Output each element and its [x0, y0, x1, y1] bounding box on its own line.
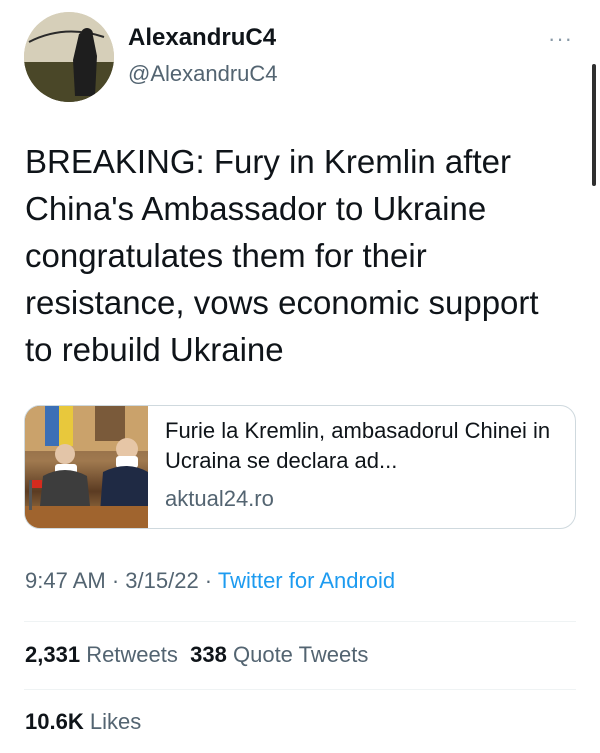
- divider: [24, 621, 576, 622]
- link-card-title: Furie la Kremlin, ambasadorul Chinei in …: [165, 418, 551, 473]
- avatar[interactable]: [24, 12, 114, 102]
- news-photo-thumbnail: [25, 406, 148, 528]
- retweets-stat[interactable]: 2,331 Retweets: [25, 642, 178, 667]
- quote-tweets-stat[interactable]: 338 Quote Tweets: [190, 642, 368, 667]
- tweet-source-link[interactable]: Twitter for Android: [218, 568, 395, 593]
- retweets-label: Retweets: [86, 642, 178, 667]
- tweet-time[interactable]: 9:47 AM: [25, 568, 106, 593]
- author-name[interactable]: AlexandruC4: [128, 24, 276, 52]
- meta-separator: ·: [105, 568, 126, 593]
- tweet-text: BREAKING: Fury in Kremlin after China's …: [25, 143, 539, 368]
- author-handle[interactable]: @AlexandruC4: [128, 61, 278, 87]
- link-card[interactable]: Furie la Kremlin, ambasadorul Chinei in …: [24, 405, 576, 529]
- retweets-count: 2,331: [25, 642, 81, 667]
- likes-label: Likes: [89, 709, 142, 734]
- scrollbar[interactable]: [592, 64, 596, 186]
- tweet-meta: 9:47 AM · 3/15/22 · Twitter for Android: [25, 568, 395, 594]
- quote-tweets-count: 338: [190, 642, 227, 667]
- engagement-stats: 2,331 Retweets 338 Quote Tweets: [25, 642, 368, 668]
- hooded-figure-avatar-icon: [24, 12, 114, 102]
- likes-stat[interactable]: 10.6K Likes: [25, 709, 141, 735]
- likes-count: 10.6K: [25, 709, 84, 734]
- divider: [24, 689, 576, 690]
- tweet-date[interactable]: 3/15/22: [125, 568, 198, 593]
- quote-tweets-label: Quote Tweets: [232, 642, 369, 667]
- link-card-domain: aktual24.ro: [165, 486, 274, 511]
- more-options-icon[interactable]: ···: [548, 26, 573, 52]
- meta-separator: ·: [198, 568, 218, 593]
